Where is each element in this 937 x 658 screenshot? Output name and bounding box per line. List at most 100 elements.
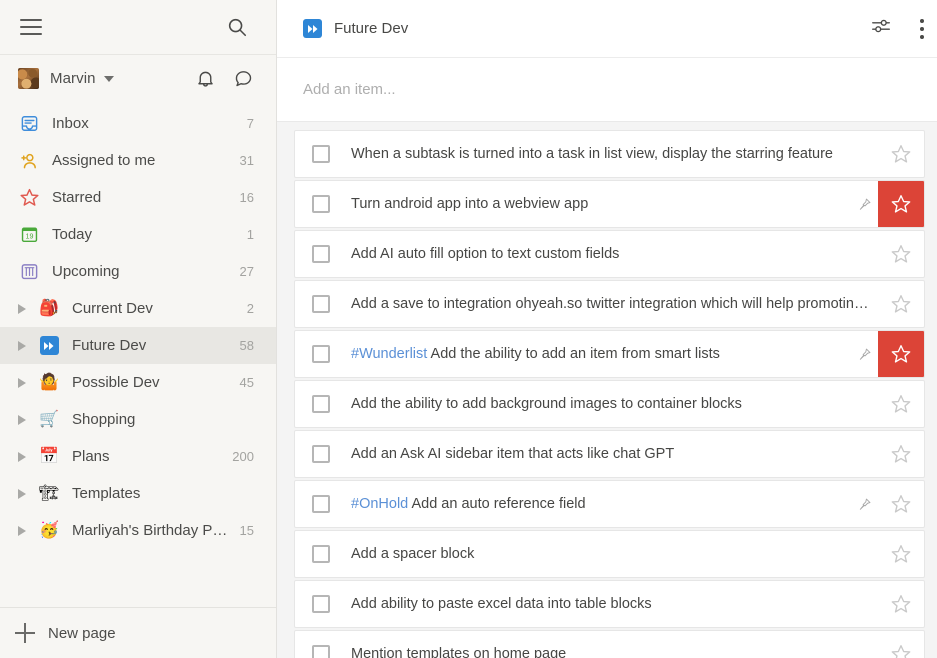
task-checkbox[interactable] <box>312 195 330 213</box>
header-actions <box>870 15 925 42</box>
table-row[interactable]: Turn android app into a webview app <box>294 180 926 228</box>
sidebar-toolbar <box>0 0 276 55</box>
sidebar-item-label: Current Dev <box>72 300 153 317</box>
sidebar-item-future-dev[interactable]: Future Dev 58 <box>0 327 276 364</box>
star-toggle[interactable] <box>878 431 924 477</box>
table-row[interactable]: Add the ability to add background images… <box>294 380 926 428</box>
sidebar-item-inbox[interactable]: Inbox 7 <box>0 105 276 142</box>
task-checkbox[interactable] <box>312 545 330 563</box>
search-button[interactable] <box>220 10 254 44</box>
svg-text:19: 19 <box>25 232 33 240</box>
task-title: #Wunderlist Add the ability to add an it… <box>351 346 852 362</box>
table-row[interactable]: When a subtask is turned into a task in … <box>294 130 926 178</box>
sidebar-item-label: Shopping <box>72 411 136 428</box>
main-panel: Future Dev Add an item... When a subtask… <box>277 0 937 658</box>
sidebar-item-today[interactable]: 19 Today 1 <box>0 216 276 253</box>
task-checkbox[interactable] <box>312 445 330 463</box>
avatar <box>18 68 39 89</box>
pin-icon[interactable] <box>852 497 878 511</box>
sidebar-item-templates[interactable]: 🏗 Templates <box>0 475 276 512</box>
star-icon <box>892 195 911 213</box>
bell-icon[interactable] <box>195 68 216 89</box>
fast-forward-icon <box>303 19 322 38</box>
calendar-svg: 19 <box>21 227 37 243</box>
disclosure-triangle-icon[interactable] <box>18 377 26 388</box>
pin-icon[interactable] <box>852 197 878 211</box>
task-tag[interactable]: #OnHold <box>351 496 408 512</box>
star-toggle[interactable] <box>878 281 924 327</box>
star-toggle[interactable] <box>878 231 924 277</box>
sidebar-item-label: Inbox <box>52 115 89 132</box>
star-toggle[interactable] <box>878 481 924 527</box>
table-row[interactable]: Mention templates on home page <box>294 630 926 658</box>
sidebar-item-label: Possible Dev <box>72 374 160 391</box>
star-icon <box>892 345 911 363</box>
star-toggle[interactable] <box>878 581 924 627</box>
hamburger-menu-button[interactable] <box>14 10 48 44</box>
star-icon <box>892 545 911 563</box>
task-title: Add the ability to add background images… <box>351 396 742 412</box>
table-row[interactable]: Add an Ask AI sidebar item that acts lik… <box>294 430 926 478</box>
inbox-icon <box>18 114 40 133</box>
page-emoji-icon: 📅 <box>39 447 59 465</box>
sidebar-item-marliyahs-birthday-party[interactable]: 🥳 Marliyah's Birthday Pa… 15 <box>0 512 276 549</box>
star-icon <box>892 395 911 413</box>
pin-icon[interactable] <box>852 347 878 361</box>
disclosure-triangle-icon[interactable] <box>18 340 26 351</box>
task-checkbox[interactable] <box>312 295 330 313</box>
sliders-icon[interactable] <box>870 15 892 42</box>
kebab-menu-icon[interactable] <box>920 18 925 39</box>
new-page-button[interactable]: New page <box>0 607 276 658</box>
sidebar-item-possible-dev[interactable]: 🤷 Possible Dev 45 <box>0 364 276 401</box>
disclosure-triangle-icon[interactable] <box>18 488 26 499</box>
task-checkbox[interactable] <box>312 645 330 658</box>
row-actions <box>878 281 924 327</box>
page-emoji-icon: 🥳 <box>39 521 59 539</box>
task-title: Add an Ask AI sidebar item that acts lik… <box>351 446 675 462</box>
star-toggle[interactable] <box>878 131 924 177</box>
sidebar-item-plans[interactable]: 📅 Plans 200 <box>0 438 276 475</box>
task-list: When a subtask is turned into a task in … <box>277 122 937 658</box>
disclosure-triangle-icon[interactable] <box>18 303 26 314</box>
task-checkbox[interactable] <box>312 595 330 613</box>
row-actions <box>878 431 924 477</box>
user-row[interactable]: Marvin <box>0 55 276 102</box>
task-checkbox[interactable] <box>312 495 330 513</box>
star-toggle[interactable] <box>878 331 925 377</box>
user-actions <box>195 68 254 89</box>
table-row[interactable]: Add AI auto fill option to text custom f… <box>294 230 926 278</box>
disclosure-triangle-icon[interactable] <box>18 525 26 536</box>
sidebar-item-current-dev[interactable]: 🎒 Current Dev 2 <box>0 290 276 327</box>
star-icon <box>892 595 911 613</box>
table-row[interactable]: Add a save to integration ohyeah.so twit… <box>294 280 926 328</box>
task-checkbox[interactable] <box>312 145 330 163</box>
chat-bubble-icon[interactable] <box>233 68 254 89</box>
task-title: Mention templates on home page <box>351 646 567 658</box>
table-row[interactable]: #Wunderlist Add the ability to add an it… <box>294 330 926 378</box>
add-item-bar[interactable] <box>277 58 937 122</box>
star-icon <box>892 245 911 263</box>
disclosure-triangle-icon[interactable] <box>18 451 26 462</box>
add-item-input[interactable] <box>303 81 917 98</box>
sidebar: Marvin Inbox 7 Assigned to me 31 Starred… <box>0 0 277 658</box>
table-row[interactable]: Add ability to paste excel data into tab… <box>294 580 926 628</box>
star-toggle[interactable] <box>878 181 925 227</box>
table-row[interactable]: #OnHold Add an auto reference field <box>294 480 926 528</box>
star-toggle[interactable] <box>878 631 924 658</box>
chevron-down-icon[interactable] <box>103 75 114 82</box>
star-toggle[interactable] <box>878 531 924 577</box>
sidebar-item-shopping[interactable]: 🛒 Shopping <box>0 401 276 438</box>
task-tag[interactable]: #Wunderlist <box>351 346 427 362</box>
row-actions <box>878 581 924 627</box>
user-name: Marvin <box>50 70 96 87</box>
plus-icon <box>15 623 35 643</box>
sidebar-item-upcoming[interactable]: Upcoming 27 <box>0 253 276 290</box>
task-checkbox[interactable] <box>312 395 330 413</box>
star-toggle[interactable] <box>878 381 924 427</box>
disclosure-triangle-icon[interactable] <box>18 414 26 425</box>
sidebar-item-assigned-to-me[interactable]: Assigned to me 31 <box>0 142 276 179</box>
task-checkbox[interactable] <box>312 245 330 263</box>
sidebar-item-starred[interactable]: Starred 16 <box>0 179 276 216</box>
table-row[interactable]: Add a spacer block <box>294 530 926 578</box>
task-checkbox[interactable] <box>312 345 330 363</box>
